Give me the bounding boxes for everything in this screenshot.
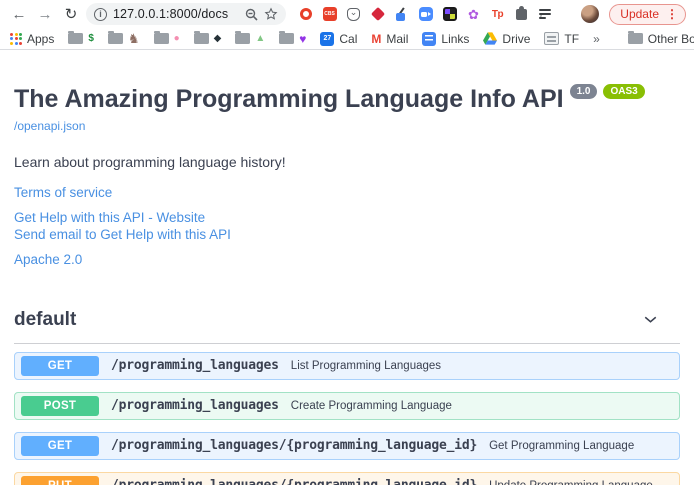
- endpoint-row-update-language[interactable]: PUT /programming_languages/{programming_…: [14, 472, 680, 485]
- api-info-block: The Amazing Programming Language Info AP…: [14, 86, 680, 267]
- reload-icon[interactable]: ↻: [60, 3, 82, 25]
- folder-emoji: ▲: [255, 34, 265, 44]
- endpoint-list: GET /programming_languages List Programm…: [14, 352, 680, 485]
- tag-section-title: default: [14, 309, 76, 331]
- forward-icon[interactable]: →: [34, 3, 56, 25]
- mail-label: Mail: [386, 32, 408, 46]
- folder-icon: [279, 33, 294, 44]
- folder-icon: [154, 33, 169, 44]
- tp-extension-icon[interactable]: Tp: [490, 7, 505, 22]
- http-method-badge: POST: [21, 396, 99, 416]
- send-diamond-extension-icon[interactable]: [370, 7, 385, 22]
- cbs-extension-icon[interactable]: CBS: [322, 7, 337, 22]
- apps-label: Apps: [27, 32, 54, 46]
- pattern-grid-extension-icon[interactable]: [442, 7, 457, 22]
- endpoint-row-get-language[interactable]: GET /programming_languages/{programming_…: [14, 432, 680, 460]
- address-bar[interactable]: i 127.0.0.1:8000/docs: [86, 3, 286, 25]
- drive-label: Drive: [502, 32, 530, 46]
- endpoint-summary: List Programming Languages: [291, 360, 441, 372]
- extensions-row: CBS ⌄ ✿ Tp ♪: [298, 7, 577, 22]
- url-text[interactable]: 127.0.0.1:8000/docs: [113, 7, 239, 21]
- purple-flower-extension-icon[interactable]: ✿: [466, 7, 481, 22]
- bookmark-folder-graduation[interactable]: ◆: [194, 33, 222, 44]
- color-picker-extension-icon[interactable]: [394, 7, 409, 22]
- api-description: Learn about programming language history…: [14, 154, 680, 170]
- oas3-badge: OAS3: [603, 84, 644, 99]
- other-bookmarks[interactable]: Other Bookmarks: [628, 32, 694, 46]
- openapi-spec-link[interactable]: /openapi.json: [14, 119, 85, 133]
- api-title-text: The Amazing Programming Language Info AP…: [14, 85, 564, 113]
- http-method-badge: PUT: [21, 476, 99, 485]
- folder-icon: [108, 33, 123, 44]
- calendar-icon: 27: [320, 32, 334, 46]
- bookmark-folder-horse[interactable]: ♞: [108, 32, 140, 45]
- bookmark-folder-green[interactable]: ▲: [235, 33, 265, 44]
- folder-emoji: ♞: [128, 32, 140, 45]
- page-title: The Amazing Programming Language Info AP…: [14, 86, 680, 114]
- folder-icon: [194, 33, 209, 44]
- contact-website-link[interactable]: Get Help with this API - Website: [14, 210, 680, 225]
- zoom-meeting-extension-icon[interactable]: [418, 7, 433, 22]
- bookmark-links[interactable]: Links: [422, 32, 469, 46]
- endpoint-summary: Get Programming Language: [489, 440, 634, 452]
- tag-section-header[interactable]: default: [14, 309, 680, 344]
- other-bookmarks-label: Other Bookmarks: [648, 32, 694, 46]
- swagger-page: The Amazing Programming Language Info AP…: [0, 50, 694, 485]
- page-info-icon[interactable]: i: [94, 8, 107, 21]
- update-button[interactable]: Update ⋮: [609, 4, 686, 25]
- menu-kebab-icon[interactable]: ⋮: [663, 7, 681, 21]
- gmail-icon: M: [371, 32, 381, 46]
- endpoint-path: /programming_languages/{programming_lang…: [111, 438, 477, 453]
- endpoint-path: /programming_languages/{programming_lang…: [111, 478, 477, 485]
- license-link[interactable]: Apache 2.0: [14, 252, 680, 267]
- contact-email-link[interactable]: Send email to Get Help with this API: [14, 227, 680, 242]
- folder-emoji: ◆: [214, 34, 222, 44]
- profile-avatar[interactable]: [581, 5, 599, 23]
- endpoint-summary: Update Programming Language: [489, 480, 653, 485]
- bookmark-tf[interactable]: TF: [544, 32, 579, 46]
- bookmarks-overflow-icon[interactable]: »: [593, 32, 600, 46]
- http-method-badge: GET: [21, 436, 99, 456]
- endpoint-path: /programming_languages: [111, 398, 279, 413]
- version-badge: 1.0: [570, 84, 598, 99]
- links-icon: [422, 32, 436, 46]
- bookmark-folder-purple-heart[interactable]: ♥: [279, 33, 306, 45]
- calendar-label: Cal: [339, 32, 357, 46]
- endpoint-path: /programming_languages: [111, 358, 279, 373]
- apps-shortcut[interactable]: Apps: [10, 32, 54, 46]
- folder-emoji: ●: [174, 34, 180, 44]
- apps-grid-icon: [10, 33, 22, 45]
- terms-of-service-link[interactable]: Terms of service: [14, 185, 680, 200]
- bookmark-folder-pink[interactable]: ●: [154, 33, 180, 44]
- playlist-extension-icon[interactable]: ♪: [538, 7, 553, 22]
- tf-icon: [544, 32, 559, 45]
- back-icon[interactable]: ←: [8, 3, 30, 25]
- folder-icon: [628, 33, 643, 44]
- browser-toolbar: ← → ↻ i 127.0.0.1:8000/docs CBS ⌄ ✿ Tp ♪…: [0, 0, 694, 28]
- update-label: Update: [620, 7, 659, 21]
- endpoint-summary: Create Programming Language: [291, 400, 452, 412]
- folder-icon: [68, 33, 83, 44]
- bookmark-folder-money[interactable]: $: [68, 33, 94, 44]
- drive-icon: [483, 32, 497, 45]
- folder-emoji: $: [88, 34, 94, 44]
- zoom-level-icon[interactable]: [245, 8, 258, 21]
- folder-emoji: ♥: [299, 33, 306, 45]
- puzzle-extension-icon[interactable]: [514, 7, 529, 22]
- links-label: Links: [441, 32, 469, 46]
- bookmark-mail[interactable]: M Mail: [371, 32, 408, 46]
- bookmark-drive[interactable]: Drive: [483, 32, 530, 46]
- bookmark-calendar[interactable]: 27 Cal: [320, 32, 357, 46]
- pocket-extension-icon[interactable]: ⌄: [346, 7, 361, 22]
- chevron-down-icon[interactable]: [643, 312, 658, 327]
- red-ring-extension-icon[interactable]: [298, 7, 313, 22]
- bookmarks-bar: Apps $ ♞ ● ◆ ▲ ♥ 27 Cal M Mail Links D: [0, 28, 694, 50]
- folder-icon: [235, 33, 250, 44]
- http-method-badge: GET: [21, 356, 99, 376]
- bookmark-star-icon[interactable]: [264, 7, 278, 21]
- endpoint-row-list-languages[interactable]: GET /programming_languages List Programm…: [14, 352, 680, 380]
- endpoint-row-create-language[interactable]: POST /programming_languages Create Progr…: [14, 392, 680, 420]
- api-links: Terms of service Get Help with this API …: [14, 185, 680, 267]
- tf-label: TF: [564, 32, 579, 46]
